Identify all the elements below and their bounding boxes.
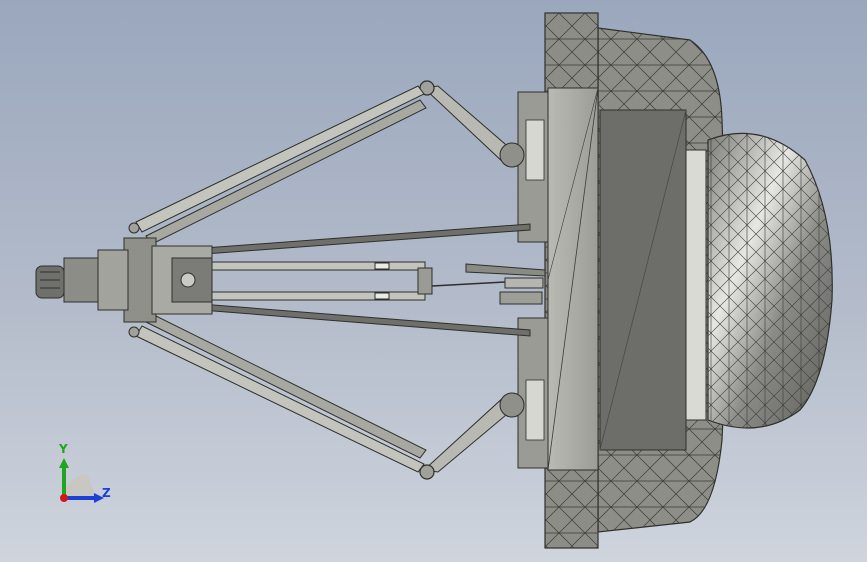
forearm-pair-top [135,85,427,245]
delta-robot-model[interactable] [0,0,867,562]
mounting-plate [547,87,707,471]
moving-platform [123,222,213,338]
upper-arm-bottom [419,392,525,480]
motor-block-bottom [517,317,549,469]
y-axis-label: Y [59,442,68,456]
forearm-pair-bottom [135,313,427,473]
x-axis-dot [60,494,68,502]
triad-plane [64,474,96,498]
y-axis-arrowhead [59,458,69,468]
upper-arm-top [419,80,525,168]
motor-block-top [517,91,549,243]
cad-3d-viewport[interactable]: Y Z [0,0,867,562]
z-axis-label: Z [102,486,111,500]
end-effector [35,249,129,311]
wrist-linkage [417,263,546,305]
dome-cover [707,132,833,429]
